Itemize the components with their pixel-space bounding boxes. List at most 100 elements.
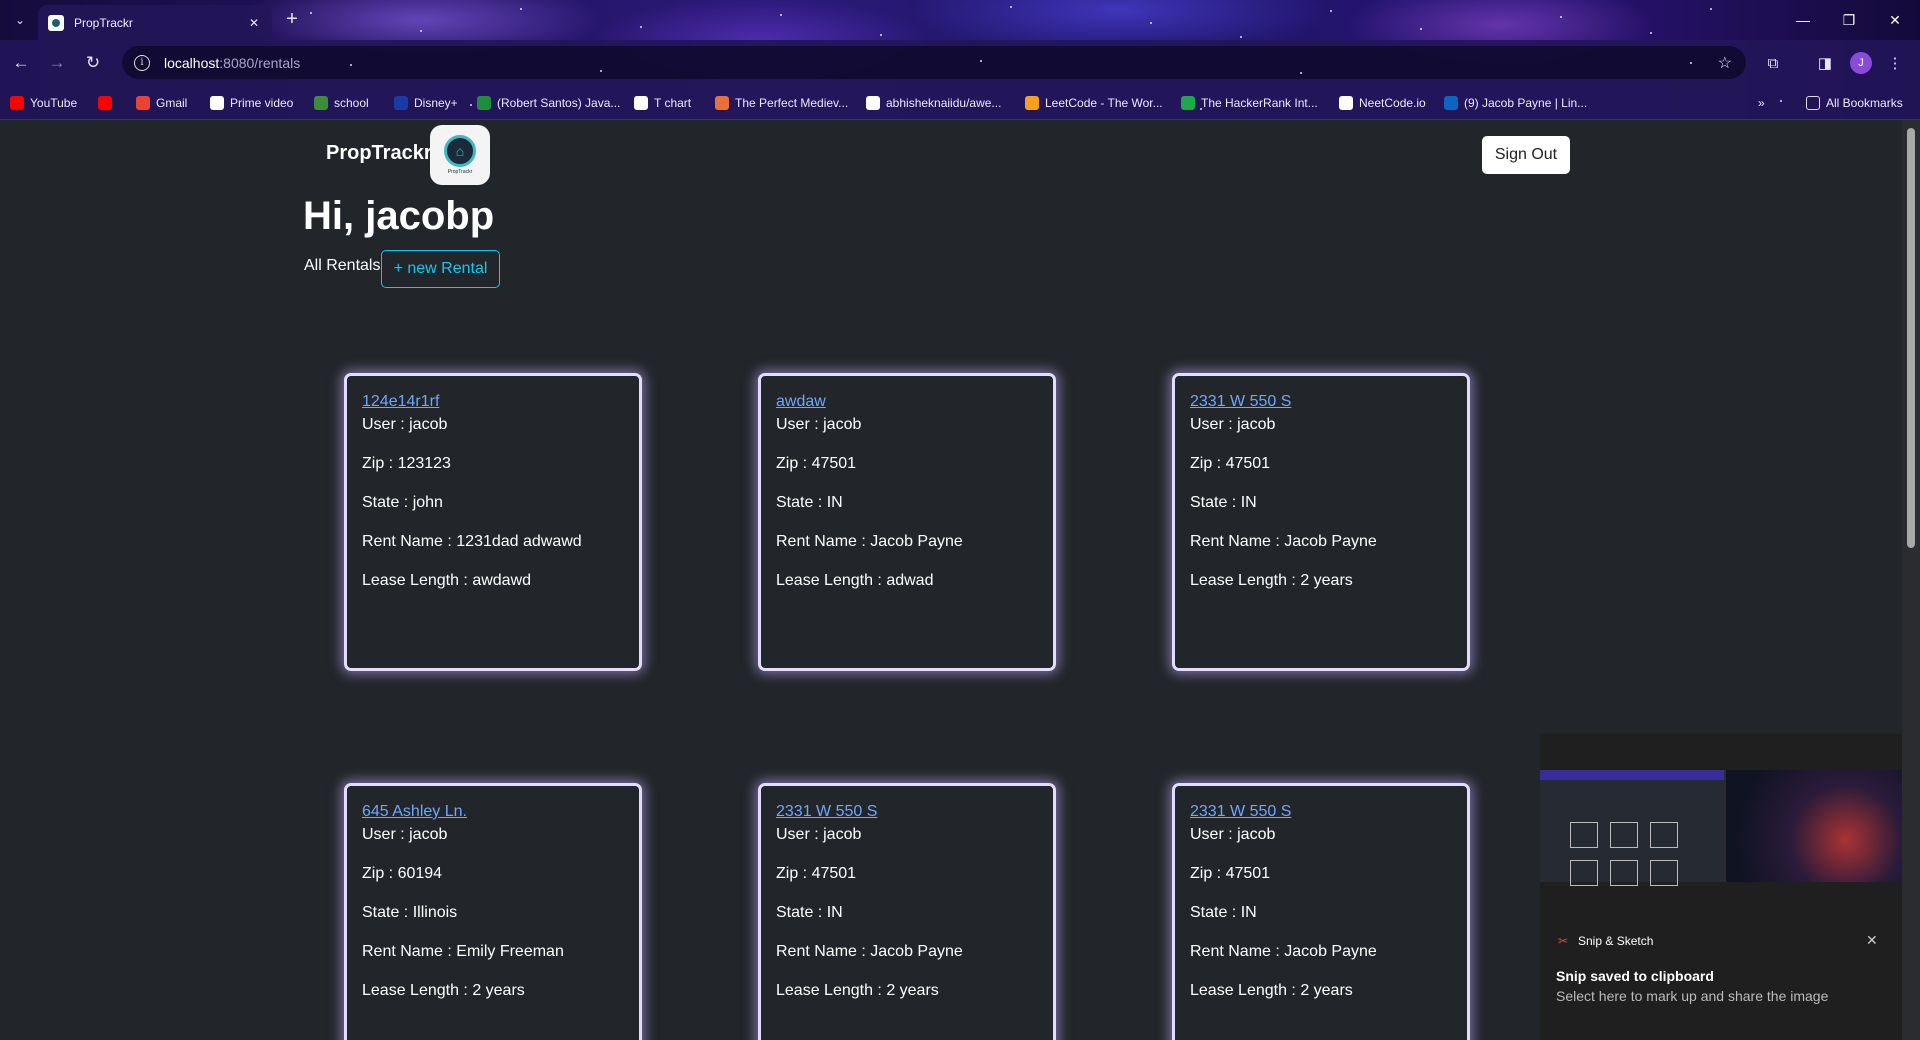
star-decoration [1420,28,1422,30]
bookmark-item[interactable]: abhisheknaiidu/awe... [866,94,1001,112]
profile-avatar[interactable]: J [1850,52,1872,74]
rental-address-link[interactable]: 124e14r1rf [362,393,624,411]
side-panel-icon[interactable]: ◨ [1812,50,1838,76]
star-decoration [1710,8,1712,10]
bookmark-item[interactable]: The Perfect Mediev... [715,94,848,112]
bookmark-label: (Robert Santos) Java... [497,96,621,110]
rental-state-value: john [412,494,443,511]
rental-address-link[interactable]: 2331 W 550 S [1190,803,1452,821]
star-decoration [1300,72,1302,74]
rental-lease-length-row: Lease Length : 2 years [362,982,624,1000]
linkedin-icon [1444,96,1458,110]
more-bookmarks-chevron-icon[interactable]: » [1758,94,1765,112]
minimize-icon[interactable]: — [1780,6,1826,34]
back-arrow-icon[interactable]: ← [6,48,36,78]
toast-title: Snip saved to clipboard [1556,968,1714,984]
sign-out-button[interactable]: Sign Out [1482,136,1570,174]
bookmark-item[interactable]: Prime video [210,94,293,112]
rental-lease-length-value: 2 years [472,982,525,999]
star-decoration [350,64,352,66]
bookmark-label: school [334,96,369,110]
proptrackr-favicon-icon [48,14,64,31]
disney-icon [394,96,408,110]
rental-rent-name-label: Rent Name : [776,533,871,550]
site-info-icon[interactable]: i [134,54,150,71]
rental-rent-name-row: Rent Name : Emily Freeman [362,943,624,961]
rental-user-label: User : [362,826,410,843]
snip-notification[interactable]: ✂ Snip & Sketch ✕ Snip saved to clipboar… [1540,734,1902,1040]
all-bookmarks-button[interactable]: All Bookmarks [1806,94,1903,112]
close-window-icon[interactable]: ✕ [1872,6,1918,34]
rental-rent-name-label: Rent Name : [776,943,871,960]
bookmark-item[interactable]: T chart [634,94,691,112]
brand-name[interactable]: PropTrackr [326,142,432,165]
star-decoration [1650,32,1652,34]
bookmark-label: The Perfect Mediev... [735,96,849,110]
bookmark-item[interactable] [98,94,118,112]
restore-icon[interactable]: ❐ [1826,6,1872,34]
bookmark-item[interactable]: NeetCode.io [1339,94,1426,112]
page-greeting: Hi, jacobp [303,194,495,238]
new-rental-button[interactable]: + new Rental [381,250,500,288]
snip-app-name: Snip & Sketch [1578,934,1654,948]
bookmark-item[interactable]: school [314,94,369,112]
bookmark-label: YouTube [30,96,78,110]
bookmark-item[interactable]: Gmail [136,94,187,112]
rental-address-link[interactable]: awdaw [776,393,1038,411]
rental-user-row: User : jacob [1190,826,1452,844]
close-notification-icon[interactable]: ✕ [1866,932,1878,949]
star-decoration [780,14,782,16]
star-decoration [980,60,982,62]
page-scrollbar[interactable] [1902,120,1920,1040]
rental-address-link[interactable]: 2331 W 550 S [776,803,1038,821]
rental-rent-name-row: Rent Name : Jacob Payne [1190,943,1452,961]
scrollbar-thumb[interactable] [1907,128,1915,548]
rental-rent-name-value: Jacob Payne [1284,943,1377,960]
rental-user-row: User : jacob [776,416,1038,434]
rental-user-label: User : [1190,826,1238,843]
all-rentals-label: All Rentals [304,257,381,274]
rental-address-link[interactable]: 2331 W 550 S [1190,393,1452,411]
rental-state-row: State : IN [1190,904,1452,922]
rental-address-link[interactable]: 645 Ashley Ln. [362,803,624,821]
rental-user-value: jacob [1237,416,1276,433]
rental-state-value: IN [1240,904,1257,921]
proptrackr-logo[interactable]: ⌂ PropTrackr [430,125,490,185]
rental-lease-length-value: 2 years [1300,982,1353,999]
rental-rent-name-label: Rent Name : [1190,533,1285,550]
address-bar[interactable]: i localhost:8080/rentals ☆ [122,46,1746,79]
tab-search-chevron-icon[interactable]: ⌄ [8,8,32,32]
menu-kebab-icon[interactable]: ⋮ [1882,50,1908,76]
rental-rent-name-row: Rent Name : Jacob Payne [1190,533,1452,551]
bookmark-item[interactable]: YouTube [10,94,77,112]
rental-state-row: State : john [362,494,624,512]
rental-user-row: User : jacob [362,416,624,434]
new-tab-plus-icon[interactable]: + [280,8,304,32]
tab-proptrackr[interactable]: PropTrackr ✕ [38,5,272,40]
youtube-icon [98,96,112,110]
tab-title: PropTrackr [74,15,133,30]
rental-user-label: User : [1190,416,1238,433]
forward-arrow-icon[interactable]: → [42,48,72,78]
star-decoration [1780,100,1782,102]
all-bookmarks-label: All Bookmarks [1826,96,1903,110]
rental-lease-length-label: Lease Length : [362,572,473,589]
rental-rent-name-value: Jacob Payne [870,943,963,960]
url-path: :8080/rentals [219,54,301,71]
reload-icon[interactable]: ↻ [78,48,108,78]
star-decoration [1010,6,1012,8]
star-decoration [310,12,312,14]
bookmark-star-icon[interactable]: ☆ [1718,53,1732,73]
rental-rent-name-label: Rent Name : [1190,943,1285,960]
browser-chrome: ⌄ PropTrackr ✕ + — ❐ ✕ ← → ↻ i localhost… [0,0,1920,120]
close-tab-icon[interactable]: ✕ [246,15,262,31]
bookmark-item[interactable]: LeetCode - The Wor... [1025,94,1163,112]
bookmark-label: (9) Jacob Payne | Lin... [1464,96,1588,110]
bookmark-item[interactable]: (9) Jacob Payne | Lin... [1444,94,1587,112]
bookmark-label: T chart [654,96,692,110]
rental-rent-name-label: Rent Name : [362,533,457,550]
rental-zip-value: 60194 [397,865,443,882]
bookmark-item[interactable]: (Robert Santos) Java... [477,94,620,112]
extensions-icon[interactable]: ⧉ [1760,50,1786,76]
bookmark-item[interactable]: Disney+ [394,94,458,112]
